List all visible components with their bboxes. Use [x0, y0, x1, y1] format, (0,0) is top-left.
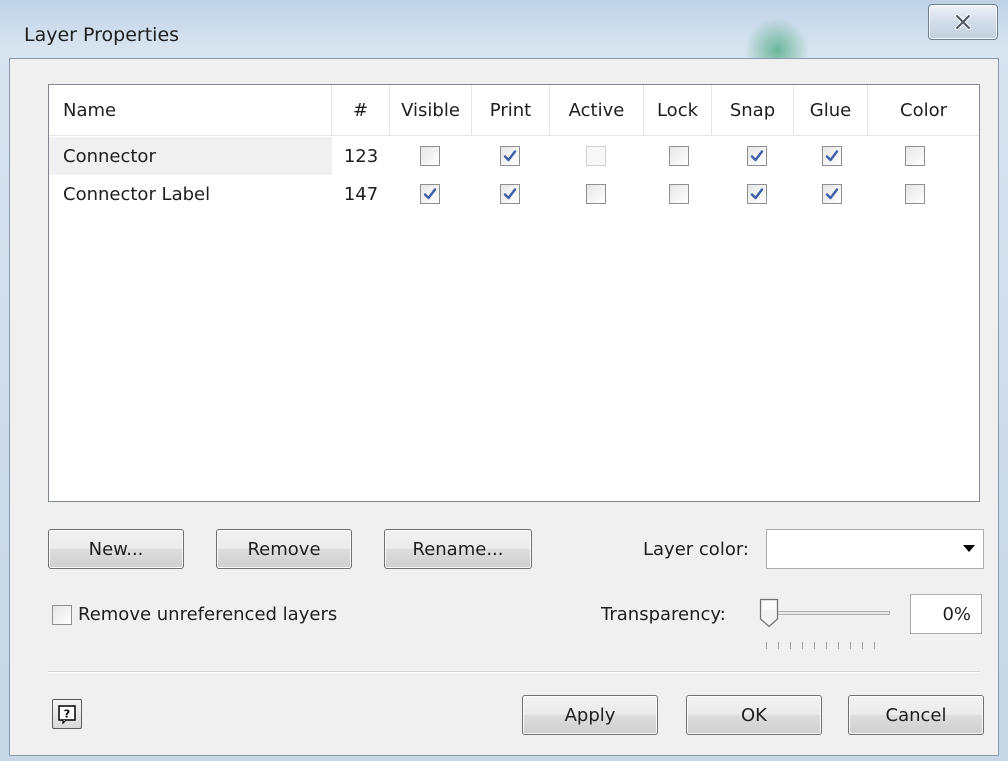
layer-name[interactable]: Connector [49, 137, 332, 175]
lock-checkbox[interactable] [669, 184, 689, 204]
glue-checkbox[interactable] [822, 146, 842, 166]
table-row[interactable]: Connector Label 147 [49, 175, 979, 213]
checkmark-icon [825, 150, 839, 162]
print-checkbox[interactable] [500, 146, 520, 166]
remove-button[interactable]: Remove [216, 529, 352, 569]
help-icon: ? [58, 705, 76, 724]
column-header-lock[interactable]: Lock [644, 85, 712, 136]
layers-list[interactable]: Name # Visible Print Active Lock Snap Gl… [48, 84, 980, 502]
cancel-button[interactable]: Cancel [848, 695, 984, 735]
dialog-title: Layer Properties [24, 24, 180, 46]
transparency-label: Transparency: [601, 604, 726, 625]
print-checkbox[interactable] [500, 184, 520, 204]
checkmark-icon [423, 188, 437, 200]
table-row[interactable]: Connector 123 [49, 137, 979, 175]
dialog-window: Layer Properties Name # Visible Print Ac… [0, 0, 1008, 761]
checkmark-icon [750, 150, 764, 162]
list-header: Name # Visible Print Active Lock Snap Gl… [49, 85, 979, 136]
slider-ticks [766, 642, 886, 649]
help-button[interactable]: ? [52, 699, 82, 729]
layer-count: 147 [343, 183, 379, 205]
column-header-visible[interactable]: Visible [390, 85, 472, 136]
remove-unreferenced-label[interactable]: Remove unreferenced layers [78, 604, 337, 625]
column-header-active[interactable]: Active [550, 85, 644, 136]
layer-color-label: Layer color: [643, 539, 749, 560]
column-header-color[interactable]: Color [868, 85, 979, 136]
column-header-name[interactable]: Name [49, 85, 332, 136]
ok-button[interactable]: OK [686, 695, 822, 735]
remove-unreferenced-checkbox[interactable] [52, 605, 72, 625]
checkmark-icon [825, 188, 839, 200]
column-header-print[interactable]: Print [472, 85, 550, 136]
close-button[interactable] [928, 4, 998, 40]
column-header-snap[interactable]: Snap [712, 85, 794, 136]
svg-text:?: ? [64, 708, 70, 721]
transparency-slider-track[interactable] [762, 611, 890, 615]
active-checkbox[interactable] [586, 184, 606, 204]
separator [48, 671, 980, 673]
layer-color-select[interactable] [766, 529, 984, 569]
new-button[interactable]: New... [48, 529, 184, 569]
apply-button[interactable]: Apply [522, 695, 658, 735]
chevron-down-icon[interactable] [963, 545, 975, 552]
color-checkbox[interactable] [905, 184, 925, 204]
checkmark-icon [503, 188, 517, 200]
close-icon [955, 14, 971, 30]
snap-checkbox[interactable] [747, 146, 767, 166]
title-bar[interactable]: Layer Properties [0, 0, 1008, 58]
layer-name[interactable]: Connector Label [49, 175, 332, 213]
layer-count: 123 [343, 145, 379, 167]
visible-checkbox[interactable] [420, 184, 440, 204]
snap-checkbox[interactable] [747, 184, 767, 204]
checkmark-icon [503, 150, 517, 162]
active-checkbox[interactable] [586, 146, 606, 166]
column-header-glue[interactable]: Glue [794, 85, 868, 136]
color-checkbox[interactable] [905, 146, 925, 166]
lock-checkbox[interactable] [669, 146, 689, 166]
checkmark-icon [750, 188, 764, 200]
transparency-slider-thumb[interactable] [759, 598, 779, 628]
transparency-input[interactable]: 0% [910, 594, 982, 634]
column-header-count[interactable]: # [332, 85, 390, 136]
dialog-content: Name # Visible Print Active Lock Snap Gl… [9, 58, 999, 756]
rename-button[interactable]: Rename... [384, 529, 532, 569]
glue-checkbox[interactable] [822, 184, 842, 204]
visible-checkbox[interactable] [420, 146, 440, 166]
